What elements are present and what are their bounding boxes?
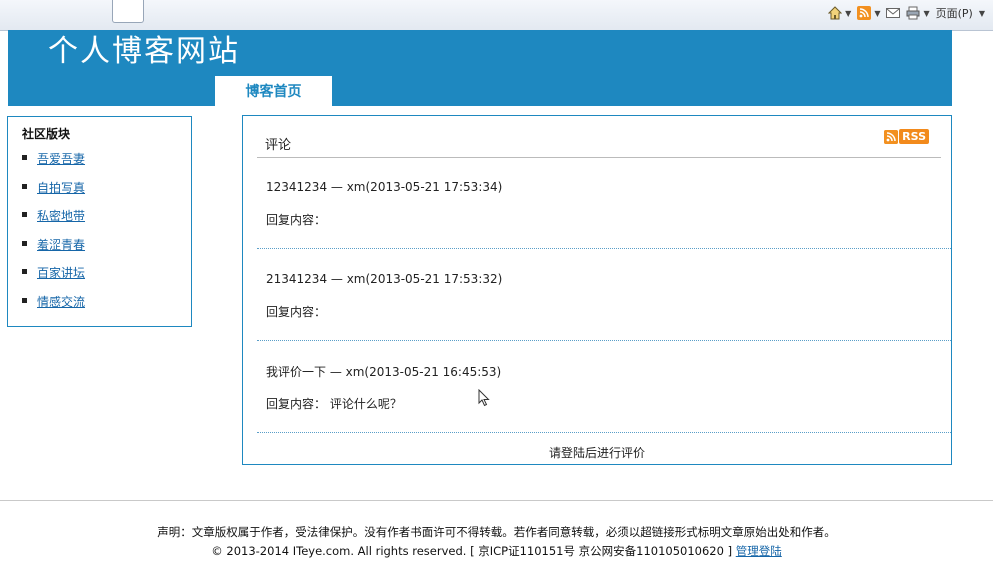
comments-title: 评论 — [265, 138, 292, 153]
chevron-down-icon: ▼ — [978, 8, 985, 18]
sidebar-item: 自拍写真 — [20, 179, 85, 208]
bullet-icon — [22, 212, 27, 217]
sidebar-title: 社区版块 — [22, 127, 71, 141]
comment-body: 回复内容： — [266, 305, 327, 319]
copyright-text: © 2013-2014 ITeye.com. All rights reserv… — [211, 544, 733, 558]
sidebar-item: 情感交流 — [20, 293, 85, 322]
community-sidebar: 社区版块 吾爱吾妻 自拍写真 私密地带 羞涩青春 百家讲坛 情感交流 — [7, 116, 192, 327]
sidebar-link[interactable]: 吾爱吾妻 — [37, 150, 85, 167]
site-header: 个人博客网站 博客首页 — [8, 30, 952, 106]
rss-icon — [857, 6, 872, 20]
comments-panel: 评论 RSS 12341234 — xm(2013-05-21 17:53:34… — [242, 115, 952, 465]
comment-body: 回复内容： 评论什么呢？ — [266, 397, 402, 411]
sidebar-list: 吾爱吾妻 自拍写真 私密地带 羞涩青春 百家讲坛 情感交流 — [20, 150, 85, 321]
chevron-down-icon: ▼ — [923, 8, 930, 18]
copyright-notice: 声明：文章版权属于作者，受法律保护。没有作者书面许可不得转载。若作者同意转载，必… — [157, 525, 836, 539]
divider — [257, 157, 941, 158]
sidebar-item: 羞涩青春 — [20, 236, 85, 265]
sidebar-link[interactable]: 羞涩青春 — [37, 236, 85, 253]
comment-header: 12341234 — xm(2013-05-21 17:53:34) — [266, 180, 503, 194]
bullet-icon — [22, 297, 27, 303]
toolbar-icons: ▼ ▼ ▼ 页面(P) ▼ — [828, 5, 985, 21]
divider — [257, 432, 951, 433]
bullet-icon — [22, 183, 27, 189]
rss-label: RSS — [899, 129, 929, 144]
tab-blog-home[interactable]: 博客首页 — [215, 76, 332, 106]
sidebar-link[interactable]: 自拍写真 — [37, 179, 85, 196]
chevron-down-icon: ▼ — [874, 8, 881, 18]
sidebar-link[interactable]: 私密地带 — [37, 207, 85, 224]
comment-header: 我评价一下 — xm(2013-05-21 16:45:53) — [266, 365, 502, 379]
new-tab-button[interactable] — [112, 0, 144, 23]
bullet-icon — [22, 155, 27, 160]
sidebar-link[interactable]: 情感交流 — [37, 293, 85, 310]
sidebar-item: 私密地带 — [20, 207, 85, 236]
divider — [257, 248, 951, 249]
mouse-cursor-icon — [478, 388, 490, 410]
login-hint: 请登陆后进行评价 — [548, 446, 645, 460]
rss-button[interactable]: RSS — [884, 129, 929, 144]
print-icon — [906, 6, 920, 20]
footer-divider — [0, 500, 993, 501]
rss-icon — [884, 129, 899, 144]
feeds-button[interactable]: ▼ — [857, 6, 880, 20]
chevron-down-icon: ▼ — [845, 8, 852, 18]
divider — [257, 340, 951, 341]
bullet-icon — [22, 269, 27, 274]
sidebar-link[interactable]: 百家讲坛 — [37, 264, 85, 281]
mail-button[interactable] — [886, 7, 901, 19]
sidebar-item: 吾爱吾妻 — [20, 150, 85, 179]
comment-header: 21341234 — xm(2013-05-21 17:53:32) — [266, 272, 503, 286]
print-button[interactable]: ▼ — [906, 6, 930, 20]
sidebar-item: 百家讲坛 — [20, 264, 85, 293]
bullet-icon — [22, 240, 27, 246]
page-menu[interactable]: 页面(P) — [936, 5, 973, 21]
site-footer: 声明：文章版权属于作者，受法律保护。没有作者书面许可不得转载。若作者同意转载，必… — [0, 524, 993, 562]
mail-icon — [886, 7, 901, 19]
home-icon — [828, 6, 843, 20]
comment-body: 回复内容： — [266, 213, 327, 227]
copyright-line: © 2013-2014 ITeye.com. All rights reserv… — [0, 543, 993, 562]
admin-login-link[interactable]: 管理登陆 — [736, 544, 782, 558]
site-title: 个人博客网站 — [48, 34, 240, 69]
home-button[interactable]: ▼ — [828, 6, 851, 20]
